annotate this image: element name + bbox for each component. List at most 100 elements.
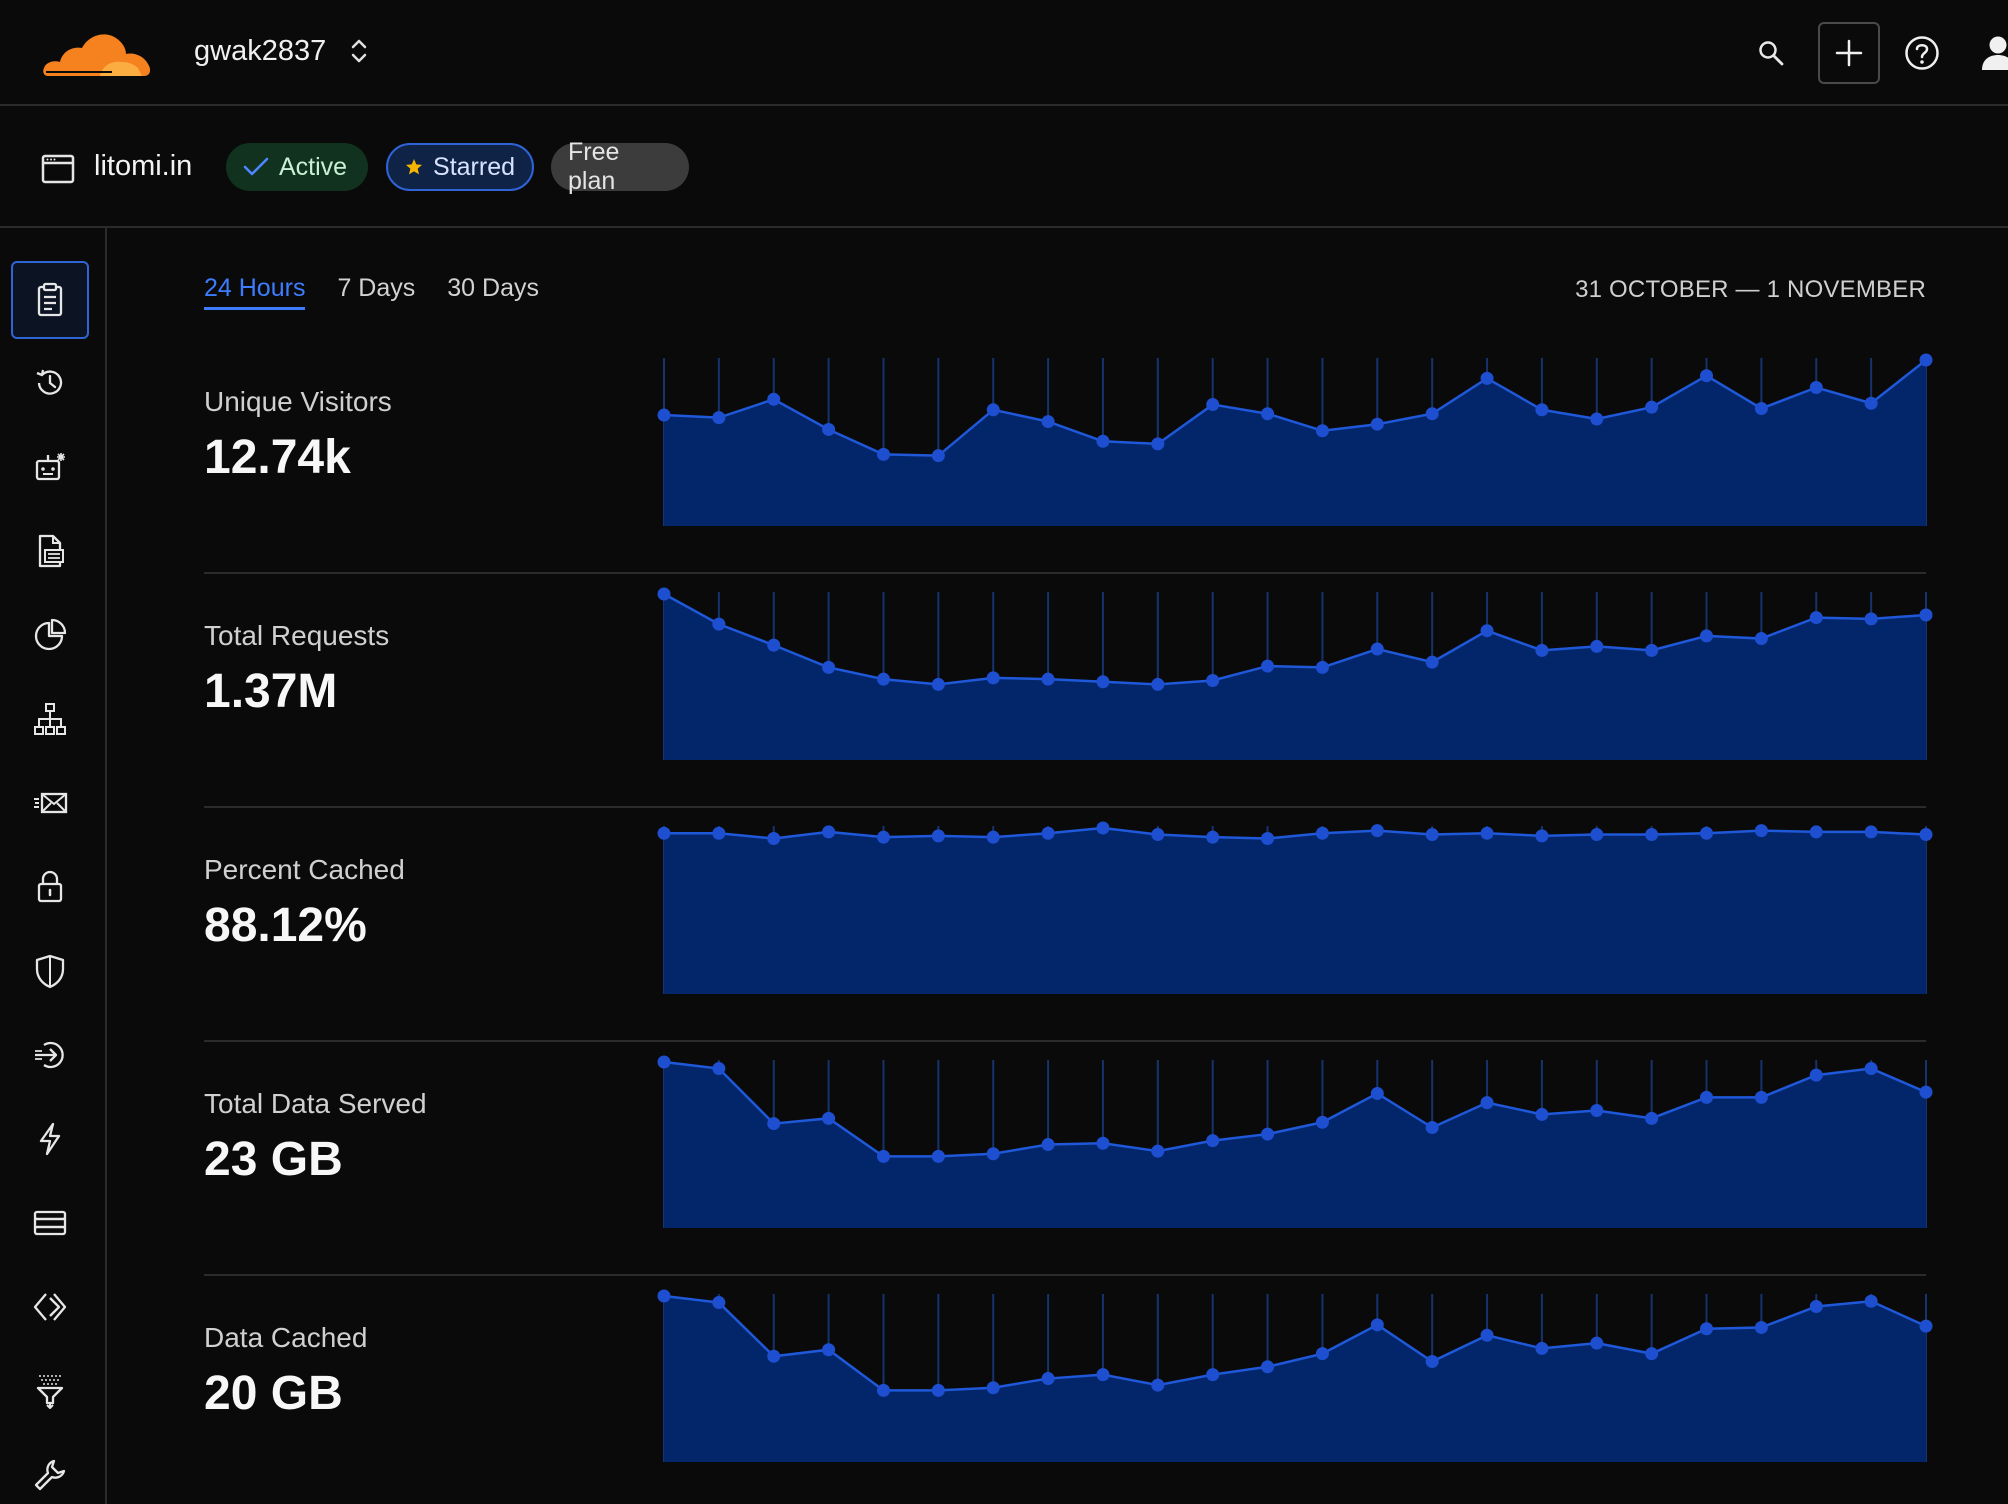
chart-point[interactable] [1206, 1368, 1220, 1382]
chart-point[interactable] [1370, 417, 1384, 431]
chart-point[interactable] [1096, 1368, 1110, 1382]
sidebar-item-workers-routes[interactable] [11, 1268, 89, 1346]
starred-toggle[interactable]: Starred [386, 143, 534, 191]
chart-point[interactable] [1041, 1138, 1055, 1152]
help-button[interactable] [1891, 22, 1953, 84]
chart-point[interactable] [1809, 825, 1823, 839]
chart-point[interactable] [1206, 673, 1220, 687]
chart-point[interactable] [1315, 424, 1329, 438]
chart-point[interactable] [1261, 407, 1275, 421]
sidebar-item-ai[interactable] [11, 428, 89, 506]
metric-sparkline[interactable] [657, 1055, 1933, 1240]
chart-point[interactable] [1645, 400, 1659, 414]
chart-point[interactable] [1700, 629, 1714, 643]
chart-point[interactable] [986, 1147, 1000, 1161]
chart-point[interactable] [822, 422, 836, 436]
sidebar-item-rules[interactable] [11, 1352, 89, 1430]
chart-point[interactable] [1096, 821, 1110, 835]
chart-point[interactable] [657, 826, 671, 840]
chart-point[interactable] [1754, 1320, 1768, 1334]
chart-point[interactable] [1919, 1319, 1933, 1333]
chart-point[interactable] [1206, 830, 1220, 844]
chart-point[interactable] [986, 403, 1000, 417]
chart-point[interactable] [986, 1381, 1000, 1395]
chart-point[interactable] [1754, 824, 1768, 838]
metric-sparkline[interactable] [657, 821, 1933, 1006]
chart-point[interactable] [1535, 403, 1549, 417]
chart-point[interactable] [1370, 642, 1384, 656]
cloudflare-logo[interactable] [42, 28, 152, 80]
chart-point[interactable] [712, 617, 726, 631]
metric-sparkline[interactable] [657, 353, 1933, 538]
chart-point[interactable] [822, 825, 836, 839]
chart-point[interactable] [1261, 1360, 1275, 1374]
chart-point[interactable] [876, 1149, 890, 1163]
chart-point[interactable] [876, 672, 890, 686]
chart-point[interactable] [1864, 1294, 1878, 1308]
chart-point[interactable] [1315, 826, 1329, 840]
account-switcher[interactable]: gwak2837 [194, 30, 370, 72]
chart-point[interactable] [712, 1296, 726, 1310]
sidebar-item-network[interactable] [11, 680, 89, 758]
chart-point[interactable] [712, 411, 726, 425]
chart-point[interactable] [822, 1111, 836, 1125]
chart-point[interactable] [1370, 1318, 1384, 1332]
chart-point[interactable] [1480, 1096, 1494, 1110]
chart-point[interactable] [986, 830, 1000, 844]
chart-point[interactable] [1590, 412, 1604, 426]
chart-point[interactable] [767, 1117, 781, 1131]
chart-point[interactable] [822, 660, 836, 674]
chart-point[interactable] [1480, 1328, 1494, 1342]
chart-point[interactable] [1590, 828, 1604, 842]
chart-point[interactable] [1919, 353, 1933, 367]
chart-point[interactable] [1096, 434, 1110, 448]
chart-point[interactable] [767, 1349, 781, 1363]
chart-point[interactable] [1864, 612, 1878, 626]
chart-point[interactable] [1645, 828, 1659, 842]
chart-point[interactable] [1919, 828, 1933, 842]
sidebar-item-log-explorer[interactable] [11, 344, 89, 422]
chart-point[interactable] [1261, 659, 1275, 673]
chart-point[interactable] [1809, 381, 1823, 395]
chart-point[interactable] [822, 1343, 836, 1357]
chart-point[interactable] [1041, 415, 1055, 429]
chart-point[interactable] [712, 826, 726, 840]
add-button[interactable] [1818, 22, 1880, 84]
chart-point[interactable] [1425, 407, 1439, 421]
chart-point[interactable] [986, 671, 1000, 685]
chart-point[interactable] [767, 638, 781, 652]
user-menu-button[interactable] [1967, 22, 2008, 84]
chart-point[interactable] [1315, 660, 1329, 674]
chart-point[interactable] [1041, 826, 1055, 840]
chart-point[interactable] [931, 1149, 945, 1163]
chart-point[interactable] [1700, 826, 1714, 840]
chart-point[interactable] [1370, 824, 1384, 838]
chart-point[interactable] [1535, 1341, 1549, 1355]
chart-point[interactable] [657, 408, 671, 422]
chart-point[interactable] [1425, 1121, 1439, 1135]
chart-point[interactable] [876, 447, 890, 461]
plan-badge[interactable]: Free plan [551, 138, 689, 195]
chart-point[interactable] [1919, 1085, 1933, 1099]
chart-point[interactable] [931, 449, 945, 463]
sidebar-item-access[interactable] [11, 1016, 89, 1094]
chart-point[interactable] [1919, 608, 1933, 622]
chart-point[interactable] [1754, 632, 1768, 646]
chart-point[interactable] [1151, 828, 1165, 842]
chart-point[interactable] [1370, 1086, 1384, 1100]
chart-point[interactable] [1535, 1107, 1549, 1121]
chart-point[interactable] [876, 1383, 890, 1397]
chart-point[interactable] [1535, 643, 1549, 657]
chart-point[interactable] [1315, 1115, 1329, 1129]
chart-point[interactable] [1425, 828, 1439, 842]
sidebar-item-security[interactable] [11, 932, 89, 1010]
tab-7-days[interactable]: 7 Days [337, 274, 415, 310]
tab-30-days[interactable]: 30 Days [447, 274, 539, 310]
chart-point[interactable] [1206, 398, 1220, 412]
chart-point[interactable] [1315, 1347, 1329, 1361]
chart-point[interactable] [657, 587, 671, 601]
sidebar-item-ssl[interactable] [11, 848, 89, 926]
sidebar-item-email[interactable] [11, 764, 89, 842]
chart-point[interactable] [1425, 655, 1439, 669]
chart-point[interactable] [1754, 401, 1768, 415]
